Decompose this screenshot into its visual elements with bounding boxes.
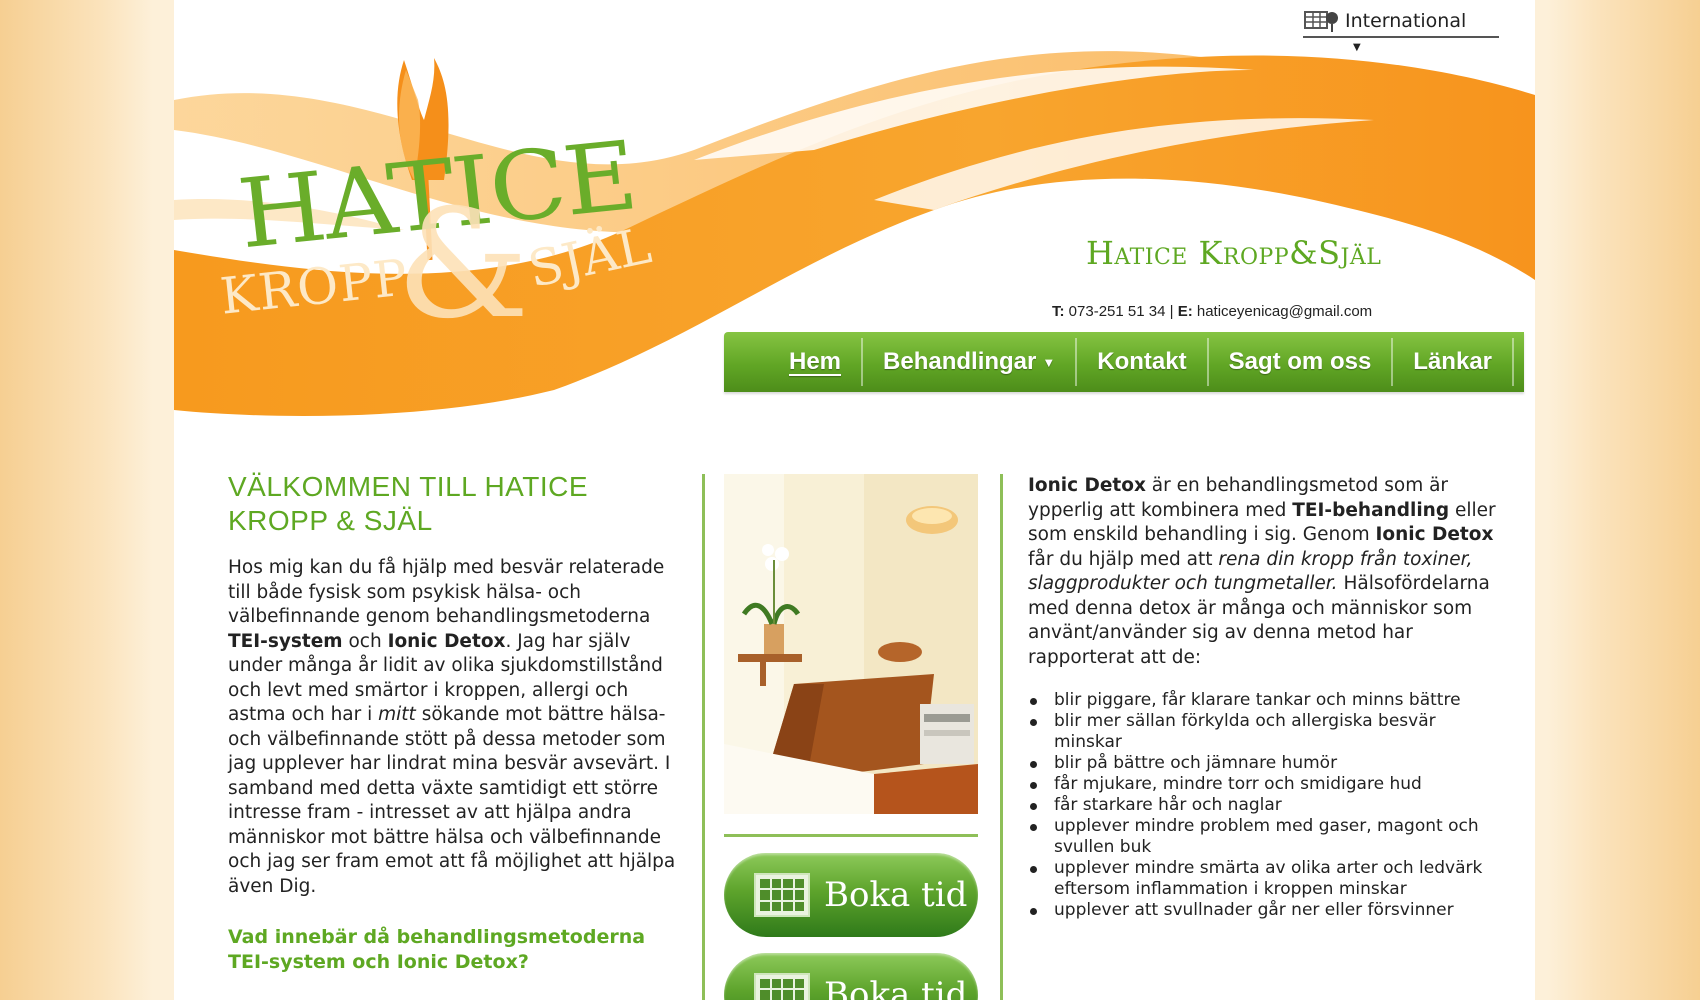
language-label: International [1345, 10, 1467, 32]
page: International ▼ HATICE & KROPP SJÄL Hati… [174, 0, 1535, 1000]
treatment-room-photo [724, 474, 978, 814]
calendar-icon [754, 973, 810, 1000]
nav-item-kontakt[interactable]: Kontakt [1075, 338, 1206, 386]
email-label: E: [1177, 303, 1193, 320]
list-item: får starkare hår och naglar [1030, 795, 1504, 816]
phone-number[interactable]: 073-251 51 34 [1069, 303, 1166, 320]
column-divider [702, 474, 705, 1000]
book-button-label: Boka tid [824, 975, 968, 1000]
email-link[interactable]: haticeyenicag@gmail.com [1197, 303, 1372, 320]
page-title: VÄLKOMMEN TILL HATICE KROPP & SJÄL [228, 471, 589, 536]
chevron-down-icon: ▼ [1042, 354, 1056, 370]
column-divider [1000, 474, 1003, 1000]
list-item: upplever mindre smärta av olika arter oc… [1030, 858, 1504, 900]
nav-divider [1512, 338, 1514, 386]
ionic-detox-column: Ionic Detox är en behandlingsmetod som ä… [1028, 474, 1504, 921]
list-item: blir piggare, får klarare tankar och min… [1030, 690, 1504, 711]
section-subheading: Vad innebär då behandlingsmetoderna TEI-… [228, 926, 646, 973]
chevron-down-icon: ▼ [1353, 42, 1361, 53]
calendar-icon [754, 873, 810, 917]
welcome-paragraph: Hos mig kan du få hjälp med besvär relat… [228, 557, 676, 897]
nav-item-hem[interactable]: Hem [769, 338, 861, 386]
book-button-label: Boka tid [824, 875, 968, 915]
sidebar-column: Boka tid Boka tid [724, 474, 978, 1000]
nav-item-label: Kontakt [1097, 348, 1187, 375]
book-appointment-button[interactable]: Boka tid [724, 853, 978, 937]
list-item: blir mer sällan förkylda och allergiska … [1030, 711, 1504, 753]
site-header: International ▼ HATICE & KROPP SJÄL Hati… [174, 0, 1535, 420]
phone-label: T: [1052, 303, 1065, 320]
nav-item-sagt-om-oss[interactable]: Sagt om oss [1206, 338, 1392, 386]
list-item: upplever mindre problem med gaser, magon… [1030, 816, 1504, 858]
detox-paragraph: Ionic Detox är en behandlingsmetod som ä… [1028, 475, 1496, 668]
nav-item-lankar[interactable]: Länkar [1391, 338, 1512, 386]
welcome-column: VÄLKOMMEN TILL HATICE KROPP & SJÄL Hos m… [228, 470, 678, 975]
nav-item-label: Hem [788, 348, 842, 375]
language-selector[interactable]: International ▼ [1303, 8, 1499, 53]
globe-flag-icon [1304, 11, 1338, 32]
list-item: blir på bättre och jämnare humör [1030, 753, 1504, 774]
list-item: får mjukare, mindre torr och smidigare h… [1030, 774, 1504, 795]
sidebar-divider [724, 834, 978, 837]
contact-line: T: 073-251 51 34 | E: haticeyenicag@gmai… [1052, 303, 1372, 320]
contact-separator: | [1169, 303, 1174, 320]
brand-name: Hatice Kropp&Själ [1086, 234, 1382, 272]
benefits-list: blir piggare, får klarare tankar och min… [1028, 690, 1504, 921]
list-item: upplever att svullnader går ner eller fö… [1030, 900, 1504, 921]
nav-item-label: Behandlingar [883, 348, 1037, 375]
main-nav: Hem Behandlingar ▼ Kontakt Sagt om oss L… [724, 332, 1524, 392]
nav-item-label: Länkar [1413, 348, 1492, 375]
logo-ampersand: & [396, 178, 530, 352]
treatment-room-illustration [724, 474, 978, 814]
nav-item-label: Sagt om oss [1228, 348, 1372, 375]
nav-item-behandlingar[interactable]: Behandlingar ▼ [861, 338, 1075, 386]
book-appointment-button-2[interactable]: Boka tid [724, 953, 978, 1000]
